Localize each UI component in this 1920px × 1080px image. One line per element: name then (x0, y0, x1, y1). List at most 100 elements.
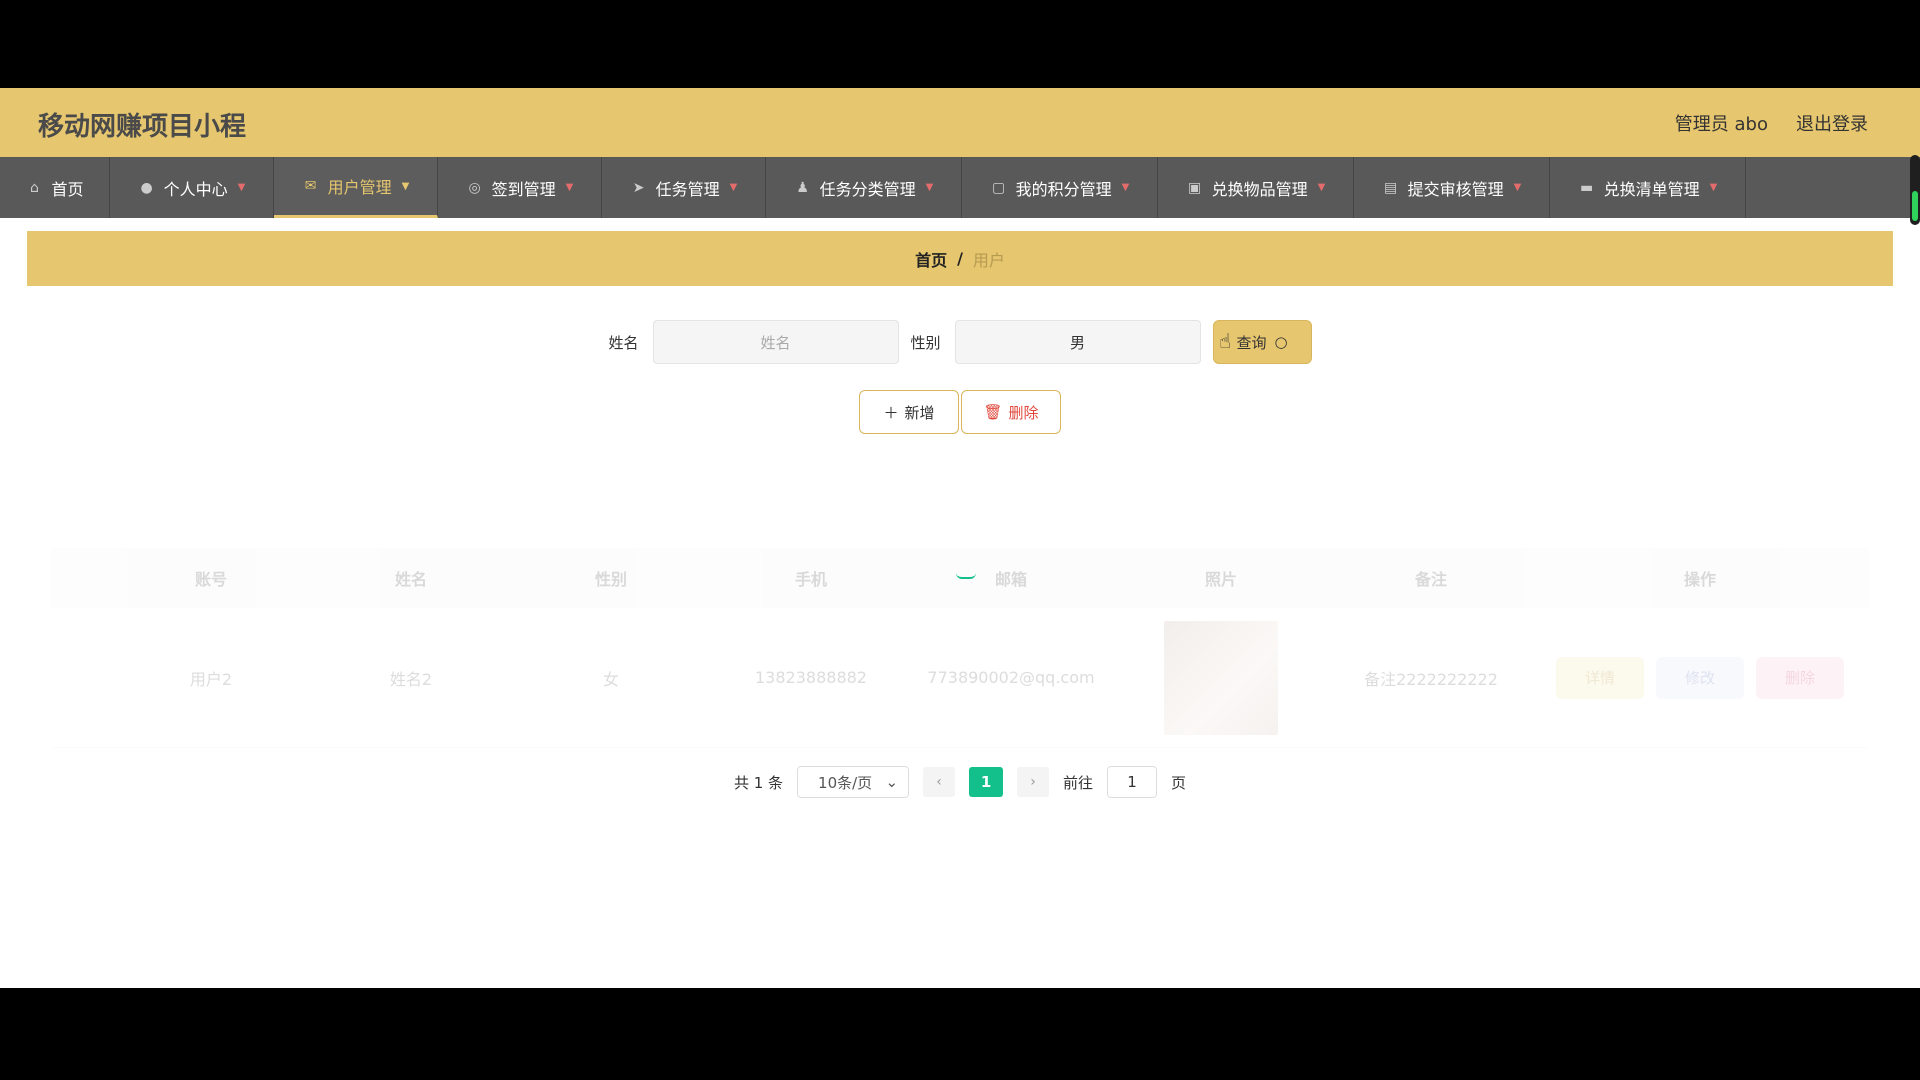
nav-item-review[interactable]: ▤ 提交审核管理 ▼ (1354, 157, 1550, 218)
chevron-down-icon: ▼ (1121, 182, 1130, 193)
total-count: 共 1 条 (733, 773, 784, 792)
cell-photo (1111, 620, 1331, 735)
edit-button[interactable]: 修改 (1656, 656, 1744, 699)
add-label: 新增 (904, 403, 935, 422)
send-icon: ➤ (632, 179, 645, 196)
nav-label: 提交审核管理 (1407, 179, 1504, 199)
nav-item-task-category[interactable]: ♟ 任务分类管理 ▼ (766, 157, 962, 218)
search-form: 姓名 姓名 性别 男 查询 ○ (27, 320, 1893, 364)
page-size-select[interactable]: 10条/页 ⌄ (797, 766, 910, 798)
person-icon: ♟ (796, 179, 809, 196)
breadcrumb-separator: / (957, 249, 963, 268)
query-label: 查询 (1236, 333, 1267, 352)
column-header[interactable]: 照片 (1111, 566, 1331, 590)
user-icon: ● (140, 179, 153, 196)
nav-item-points[interactable]: ▢ 我的积分管理 ▼ (962, 157, 1158, 218)
chevron-down-icon: ▼ (565, 182, 574, 193)
trash-icon: 🗑 (983, 403, 1003, 421)
nav-label: 任务管理 (655, 179, 720, 199)
header-actions: 管理员 abo 退出登录 (1675, 110, 1868, 136)
search-icon: ○ (1274, 333, 1288, 351)
plus-icon: ＋ (883, 403, 899, 422)
page-suffix: 页 (1171, 773, 1187, 792)
admin-label: 管理员 abo (1674, 114, 1768, 135)
prev-page-button[interactable]: ‹ (923, 767, 956, 797)
gender-select[interactable]: 男 (954, 320, 1201, 364)
nav-label: 个人中心 (163, 179, 228, 199)
next-page-button[interactable]: › (1017, 767, 1050, 797)
app-screen: 移动网赚项目小程 管理员 abo 退出登录 ⌂ 首页 ● 个人中心 ▼ ✉ 用户… (0, 88, 1920, 988)
chevron-down-icon: ▼ (729, 182, 738, 193)
goto-page-input[interactable]: 1 (1107, 766, 1158, 798)
chevron-down-icon: ▼ (237, 182, 246, 193)
delete-label: 删除 (1008, 403, 1039, 422)
cell-phone: 13823888882 (755, 668, 867, 687)
scrollbar[interactable] (1910, 155, 1920, 225)
nav-item-home[interactable]: ⌂ 首页 (0, 157, 110, 218)
nav-label: 用户管理 (327, 178, 392, 197)
column-header[interactable]: 邮箱 (911, 566, 1111, 590)
chevron-down-icon: ⌄ (885, 773, 899, 791)
cell-account: 用户2 (189, 669, 233, 689)
nav-item-tasks[interactable]: ➤ 任务管理 ▼ (602, 157, 766, 218)
compass-icon: ◎ (468, 179, 481, 196)
crop-icon: ▢ (992, 179, 1006, 196)
breadcrumb-home[interactable]: 首页 (915, 247, 947, 271)
chevron-down-icon: ▼ (1317, 182, 1326, 193)
chevron-down-icon: ▼ (401, 180, 410, 192)
nav-label: 任务分类管理 (819, 179, 916, 199)
cell-name: 姓名2 (389, 669, 433, 689)
nav-item-exchange-items[interactable]: ▣ 兑换物品管理 ▼ (1158, 157, 1354, 218)
nav-item-signin[interactable]: ◎ 签到管理 ▼ (438, 157, 602, 218)
cell-remark: 备注2222222222 (1364, 669, 1498, 689)
main-nav: ⌂ 首页 ● 个人中心 ▼ ✉ 用户管理 ▼ ◎ 签到管理 ▼ ➤ 任务管理 ▼… (0, 157, 1920, 218)
app-title: 移动网赚项目小程 (38, 112, 247, 142)
loading-spinner-icon (956, 573, 976, 579)
column-header[interactable]: 姓名 (311, 566, 511, 590)
name-label: 姓名 (608, 333, 639, 352)
nav-label: 我的积分管理 (1015, 179, 1112, 199)
column-header: 操作 (1683, 570, 1716, 589)
nav-item-personal[interactable]: ● 个人中心 ▼ (110, 157, 274, 218)
breadcrumb-current: 用户 (972, 250, 1005, 270)
nav-item-users[interactable]: ✉ 用户管理 ▼ (274, 157, 438, 218)
table-row: 用户2 姓名2 女 13823888882 773890002@qq.com 备… (51, 608, 1869, 748)
row-delete-button[interactable]: 删除 (1756, 656, 1844, 699)
page-number[interactable]: 1 (969, 767, 1004, 797)
action-buttons: ＋ 新增 🗑 删除 (27, 390, 1893, 434)
pagination: 共 1 条 10条/页 ⌄ ‹ 1 › 前往 1 页 (0, 766, 1920, 798)
detail-button[interactable]: 详情 (1556, 656, 1644, 699)
name-input[interactable]: 姓名 (652, 320, 899, 364)
nav-item-exchange-list[interactable]: ▬ 兑换清单管理 ▼ (1550, 157, 1746, 218)
content-panel: 姓名 姓名 性别 男 查询 ○ ＋ 新增 🗑 删除 账号 姓名 性别 手机 邮箱… (27, 298, 1893, 748)
page-size-value: 10条/页 (818, 773, 873, 792)
monitor-icon: ▬ (1580, 179, 1594, 196)
column-header[interactable]: 性别 (511, 566, 711, 590)
user-photo[interactable] (1164, 620, 1278, 735)
hand-cursor-icon: ☝ (1219, 329, 1232, 353)
column-header[interactable]: 手机 (711, 566, 911, 590)
cell-email: 773890002@qq.com (927, 668, 1095, 687)
breadcrumb: 首页 / 用户 (27, 231, 1893, 286)
delete-button[interactable]: 🗑 删除 (961, 390, 1061, 434)
chevron-down-icon: ▼ (925, 182, 934, 193)
chevron-down-icon: ▼ (1709, 182, 1718, 193)
cell-gender: 女 (602, 669, 619, 689)
home-icon: ⌂ (30, 179, 39, 196)
cell-ops: 详情 修改 删除 (1531, 656, 1869, 699)
column-header[interactable]: 备注 (1331, 566, 1531, 590)
column-header[interactable]: 账号 (111, 566, 311, 590)
nav-label: 兑换清单管理 (1603, 179, 1700, 199)
gender-label: 性别 (910, 333, 941, 352)
logout-link[interactable]: 退出登录 (1796, 110, 1868, 136)
briefcase-icon: ▣ (1188, 179, 1202, 196)
add-button[interactable]: ＋ 新增 (859, 390, 959, 434)
mail-icon: ✉ (304, 178, 317, 194)
nav-label: 首页 (51, 179, 84, 199)
nav-label: 签到管理 (491, 179, 556, 199)
nav-label: 兑换物品管理 (1211, 179, 1308, 199)
top-header: 移动网赚项目小程 管理员 abo 退出登录 (0, 88, 1920, 157)
row-actions: 详情 修改 删除 (1531, 656, 1869, 699)
chevron-down-icon: ▼ (1513, 182, 1522, 193)
clipboard-icon: ▤ (1384, 179, 1398, 196)
